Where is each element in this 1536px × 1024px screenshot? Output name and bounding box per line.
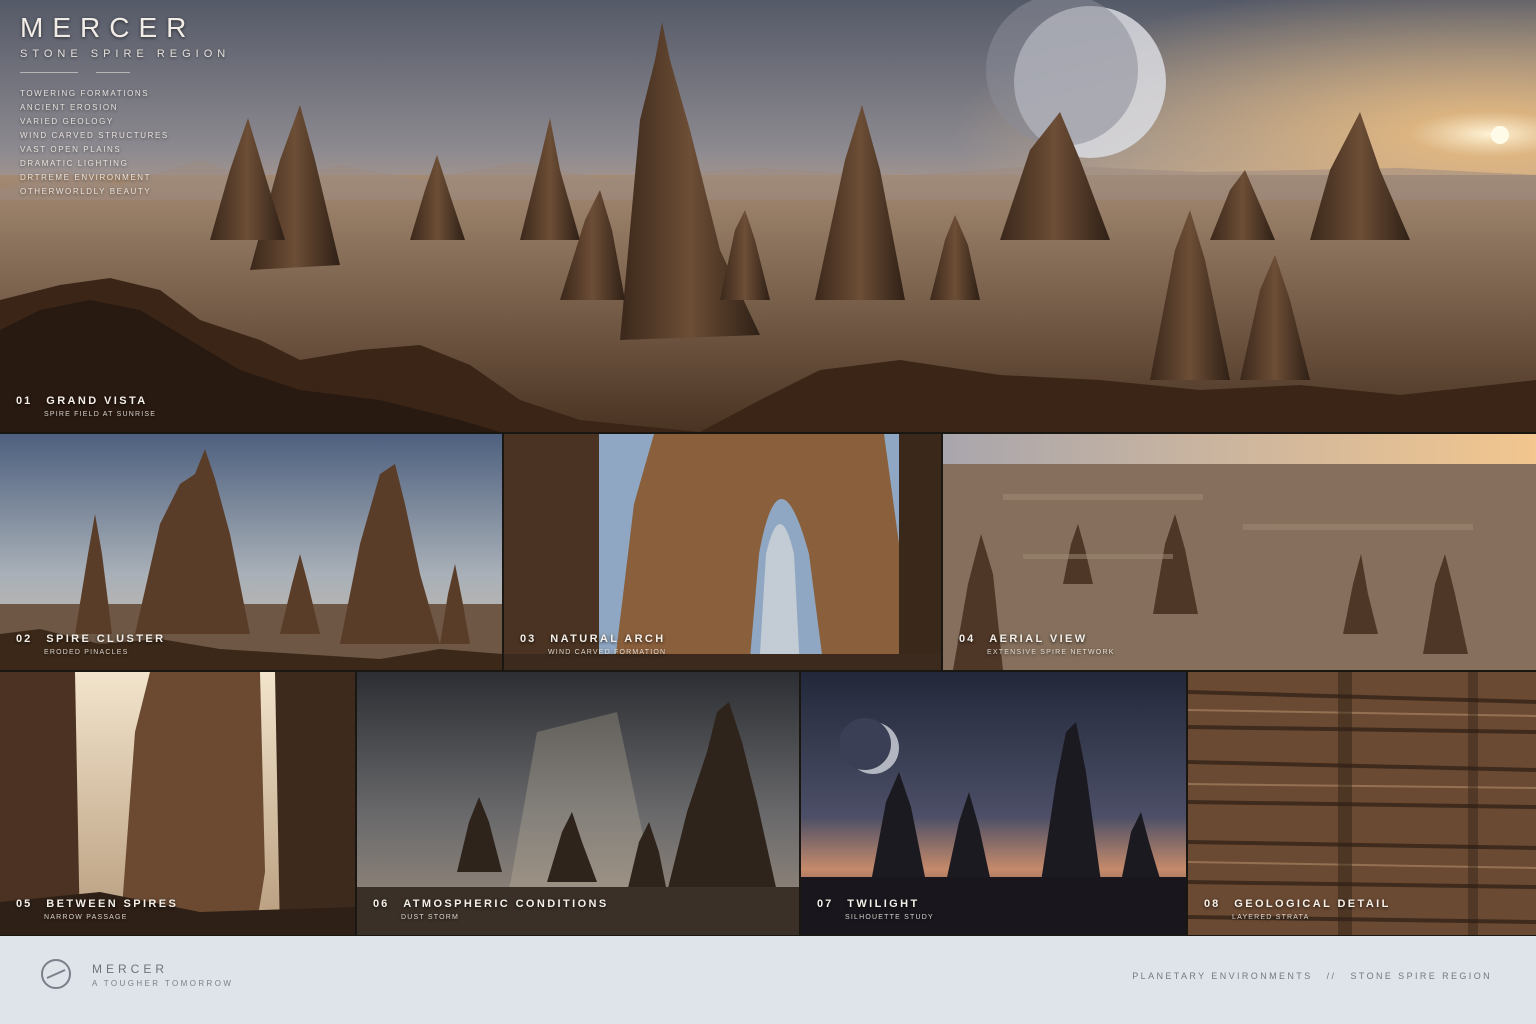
panel-spire-cluster[interactable]: 02 SPIRE CLUSTER ERODED PINACLES: [0, 434, 502, 670]
panel-subtitle: WIND CARVED FORMATION: [548, 649, 667, 656]
header-divider: [20, 72, 230, 73]
panel-caption: 08 GEOLOGICAL DETAIL LAYERED STRATA: [1204, 898, 1391, 921]
panel-aerial-view[interactable]: 04 AERIAL VIEW EXTENSIVE SPIRE NETWORK: [943, 434, 1536, 670]
panel-caption: 05 BETWEEN SPIRES NARROW PASSAGE: [16, 898, 178, 921]
feature-item: VAST OPEN PLAINS: [20, 145, 122, 154]
feature-item: DRAMATIC LIGHTING: [20, 159, 129, 168]
panel-number: 06: [373, 898, 390, 910]
storm-spires-image: [357, 672, 799, 935]
panel-number: 05: [16, 898, 33, 910]
panel-caption: 07 TWILIGHT SILHOUETTE STUDY: [817, 898, 934, 921]
footer-tagline: A TOUGHER TOMORROW: [92, 979, 234, 988]
panel-subtitle: LAYERED STRATA: [1232, 914, 1310, 921]
panel-number: 02: [16, 633, 33, 645]
feature-item: ANCIENT EROSION: [20, 103, 119, 112]
spire-landscape-image: [0, 0, 1536, 432]
footer-separator: //: [1326, 971, 1337, 981]
panel-title: BETWEEN SPIRES: [46, 898, 179, 910]
panel-title: ATMOSPHERIC CONDITIONS: [403, 898, 609, 910]
panel-caption: 03 NATURAL ARCH WIND CARVED FORMATION: [520, 633, 666, 656]
panel-number: 03: [520, 633, 537, 645]
panel-twilight[interactable]: 07 TWILIGHT SILHOUETTE STUDY: [801, 672, 1186, 935]
panel-subtitle: DUST STORM: [401, 914, 460, 921]
footer-breadcrumb: PLANETARY ENVIRONMENTS // STONE SPIRE RE…: [1132, 971, 1492, 981]
feature-item: TOWERING FORMATIONS: [20, 89, 150, 98]
panel-subtitle: ERODED PINACLES: [44, 649, 129, 656]
rock-strata-image: [1188, 672, 1536, 935]
panel-number: 04: [959, 633, 976, 645]
panel-caption: 06 ATMOSPHERIC CONDITIONS DUST STORM: [373, 898, 609, 921]
panel-subtitle: NARROW PASSAGE: [44, 914, 128, 921]
page-header: MERCER STONE SPIRE REGION TOWERING FORMA…: [20, 12, 230, 199]
panel-subtitle: SILHOUETTE STUDY: [845, 914, 934, 921]
twilight-silhouette-image: [801, 672, 1186, 935]
panel-number: 08: [1204, 898, 1221, 910]
page-footer: MERCER A TOUGHER TOMORROW PLANETARY ENVI…: [0, 936, 1536, 1024]
panel-title: GEOLOGICAL DETAIL: [1234, 898, 1391, 910]
panel-number: 07: [817, 898, 834, 910]
feature-item: DRTREME ENVIRONMENT: [20, 173, 152, 182]
footer-region: STONE SPIRE REGION: [1350, 971, 1492, 981]
panel-title: TWILIGHT: [847, 898, 920, 910]
feature-item: WIND CARVED STRUCTURES: [20, 131, 169, 140]
panel-title: SPIRE CLUSTER: [46, 633, 166, 645]
panel-atmospheric-conditions[interactable]: 06 ATMOSPHERIC CONDITIONS DUST STORM: [357, 672, 799, 935]
feature-item: OTHERWORLDLY BEAUTY: [20, 187, 152, 196]
feature-list: TOWERING FORMATIONS ANCIENT EROSION VARI…: [20, 87, 230, 199]
panel-caption: 04 AERIAL VIEW EXTENSIVE SPIRE NETWORK: [959, 633, 1115, 656]
panel-number: 01: [16, 395, 33, 407]
panel-title: AERIAL VIEW: [989, 633, 1088, 645]
panel-subtitle: EXTENSIVE SPIRE NETWORK: [987, 649, 1115, 656]
brand-title: MERCER: [20, 12, 196, 43]
footer-section: PLANETARY ENVIRONMENTS: [1132, 971, 1313, 981]
panel-subtitle: SPIRE FIELD AT SUNRISE: [44, 411, 157, 418]
feature-item: VARIED GEOLOGY: [20, 117, 114, 126]
region-subtitle: STONE SPIRE REGION: [20, 48, 231, 60]
panel-geological-detail[interactable]: 08 GEOLOGICAL DETAIL LAYERED STRATA: [1188, 672, 1536, 935]
canyon-passage-image: [0, 672, 355, 935]
panel-title: GRAND VISTA: [46, 395, 148, 407]
panel-grand-vista[interactable]: 01 GRAND VISTA SPIRE FIELD AT SUNRISE: [0, 0, 1536, 432]
panel-title: NATURAL ARCH: [550, 633, 666, 645]
panel-caption: 02 SPIRE CLUSTER ERODED PINACLES: [16, 633, 165, 656]
panel-natural-arch[interactable]: 03 NATURAL ARCH WIND CARVED FORMATION: [504, 434, 941, 670]
panel-between-spires[interactable]: 05 BETWEEN SPIRES NARROW PASSAGE: [0, 672, 355, 935]
footer-brand: MERCER: [92, 962, 169, 976]
mercer-logo-icon: [41, 959, 71, 989]
panel-caption: 01 GRAND VISTA SPIRE FIELD AT SUNRISE: [16, 395, 156, 418]
